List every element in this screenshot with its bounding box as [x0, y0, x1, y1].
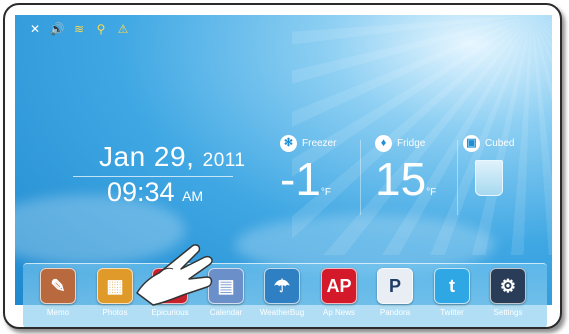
app-label: WeatherBug — [259, 308, 305, 317]
fridge-label: Fridge — [397, 138, 426, 149]
app-twitter[interactable]: t Twitter — [427, 268, 477, 317]
memo-icon: ✎ — [40, 268, 76, 304]
app-label: Ap News — [322, 308, 355, 317]
status-bar: ✕ 🔊 ≋ ⚲ ⚠ — [27, 21, 131, 37]
fridge-temp: 15 — [375, 153, 427, 205]
weatherbug-icon: ☂ — [264, 268, 300, 304]
time-display: 09:34 AM — [107, 177, 203, 208]
app-weatherbug[interactable]: ☂ WeatherBug — [257, 268, 307, 317]
year-text: 2011 — [202, 150, 246, 171]
ice-glass-icon — [475, 160, 503, 196]
app-label: Twitter — [440, 308, 464, 317]
pointing-hand-icon — [136, 244, 213, 306]
zone-divider — [457, 140, 458, 215]
date-display: Jan 29, 2011 — [99, 141, 246, 173]
app-settings[interactable]: ⚙ Settings — [483, 268, 533, 317]
app-label: Pandora — [379, 308, 411, 317]
settings-icon: ⚙ — [490, 268, 526, 304]
alarm-icon[interactable]: ⚠ — [115, 21, 131, 37]
volume-icon[interactable]: 🔊 — [49, 21, 65, 37]
photos-icon: ▦ — [97, 268, 133, 304]
wifi-icon[interactable]: ≋ — [71, 21, 87, 37]
freezer-unit: °F — [320, 187, 332, 198]
app-label: Memo — [46, 308, 70, 317]
home-screen: ✕ 🔊 ≋ ⚲ ⚠ Jan 29, 2011 09:34 AM ✻ Freezer… — [15, 15, 552, 305]
fridge-zone[interactable]: ♦ Fridge 15°F — [375, 135, 436, 202]
close-icon[interactable]: ✕ — [27, 21, 43, 37]
twitter-icon: t — [434, 268, 470, 304]
date-text: Jan 29, — [99, 141, 195, 172]
person-icon[interactable]: ⚲ — [93, 21, 109, 37]
app-dock: ✎Memo ▦Photos epiEpicurious ▤Calendar ☂W… — [23, 263, 547, 327]
app-label: Settings — [493, 308, 523, 317]
ap-news-icon: AP — [321, 268, 357, 304]
zone-divider — [360, 140, 361, 215]
ampm-text: AM — [182, 188, 204, 204]
cubed-label: Cubed — [485, 138, 515, 149]
device-frame: ✕ 🔊 ≋ ⚲ ⚠ Jan 29, 2011 09:34 AM ✻ Freezer… — [3, 3, 562, 329]
ice-zone[interactable]: ▣ Cubed — [463, 135, 514, 196]
app-pandora[interactable]: P Pandora — [370, 268, 420, 317]
ice-icon: ▣ — [463, 135, 480, 152]
time-text: 09:34 — [107, 177, 175, 207]
drop-icon: ♦ — [375, 135, 392, 152]
fridge-unit: °F — [426, 187, 437, 198]
freezer-temp: -1 — [280, 153, 321, 205]
snowflake-icon: ✻ — [280, 135, 297, 152]
app-ap-news[interactable]: AP Ap News — [314, 268, 364, 317]
app-memo[interactable]: ✎ Memo — [33, 268, 83, 317]
freezer-label: Freezer — [302, 138, 337, 149]
freezer-zone[interactable]: ✻ Freezer -1°F — [280, 135, 336, 202]
pandora-icon: P — [377, 268, 413, 304]
